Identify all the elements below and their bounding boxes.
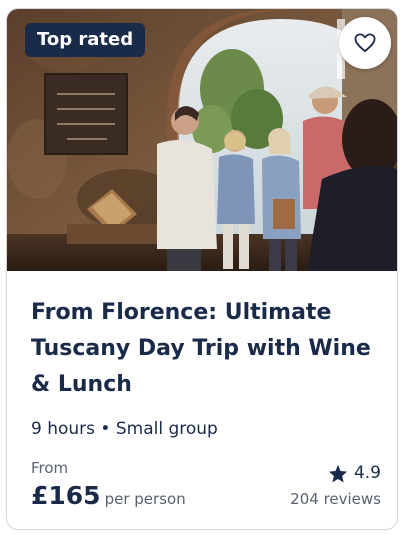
top-rated-badge: Top rated [25, 23, 146, 57]
activity-meta: 9 hours • Small group [31, 419, 218, 439]
price-row: £165 per person [31, 481, 186, 510]
price-from-label: From [31, 459, 69, 477]
heart-outline-icon [354, 33, 376, 53]
wishlist-button[interactable] [339, 17, 391, 69]
rating-value: 4.9 [353, 463, 381, 483]
star-icon [328, 464, 348, 482]
activity-title[interactable]: From Florence: Ultimate Tuscany Day Trip… [31, 295, 381, 403]
activity-photo[interactable]: Top rated [7, 9, 397, 271]
review-count: 204 reviews [290, 490, 381, 508]
rating: 4.9 [328, 463, 381, 483]
price-value: £165 [31, 481, 101, 510]
activity-info: From Florence: Ultimate Tuscany Day Trip… [31, 271, 381, 510]
activity-card[interactable]: Top rated From Florence: Ultimate Tuscan… [6, 8, 398, 530]
price-unit: per person [104, 490, 186, 508]
